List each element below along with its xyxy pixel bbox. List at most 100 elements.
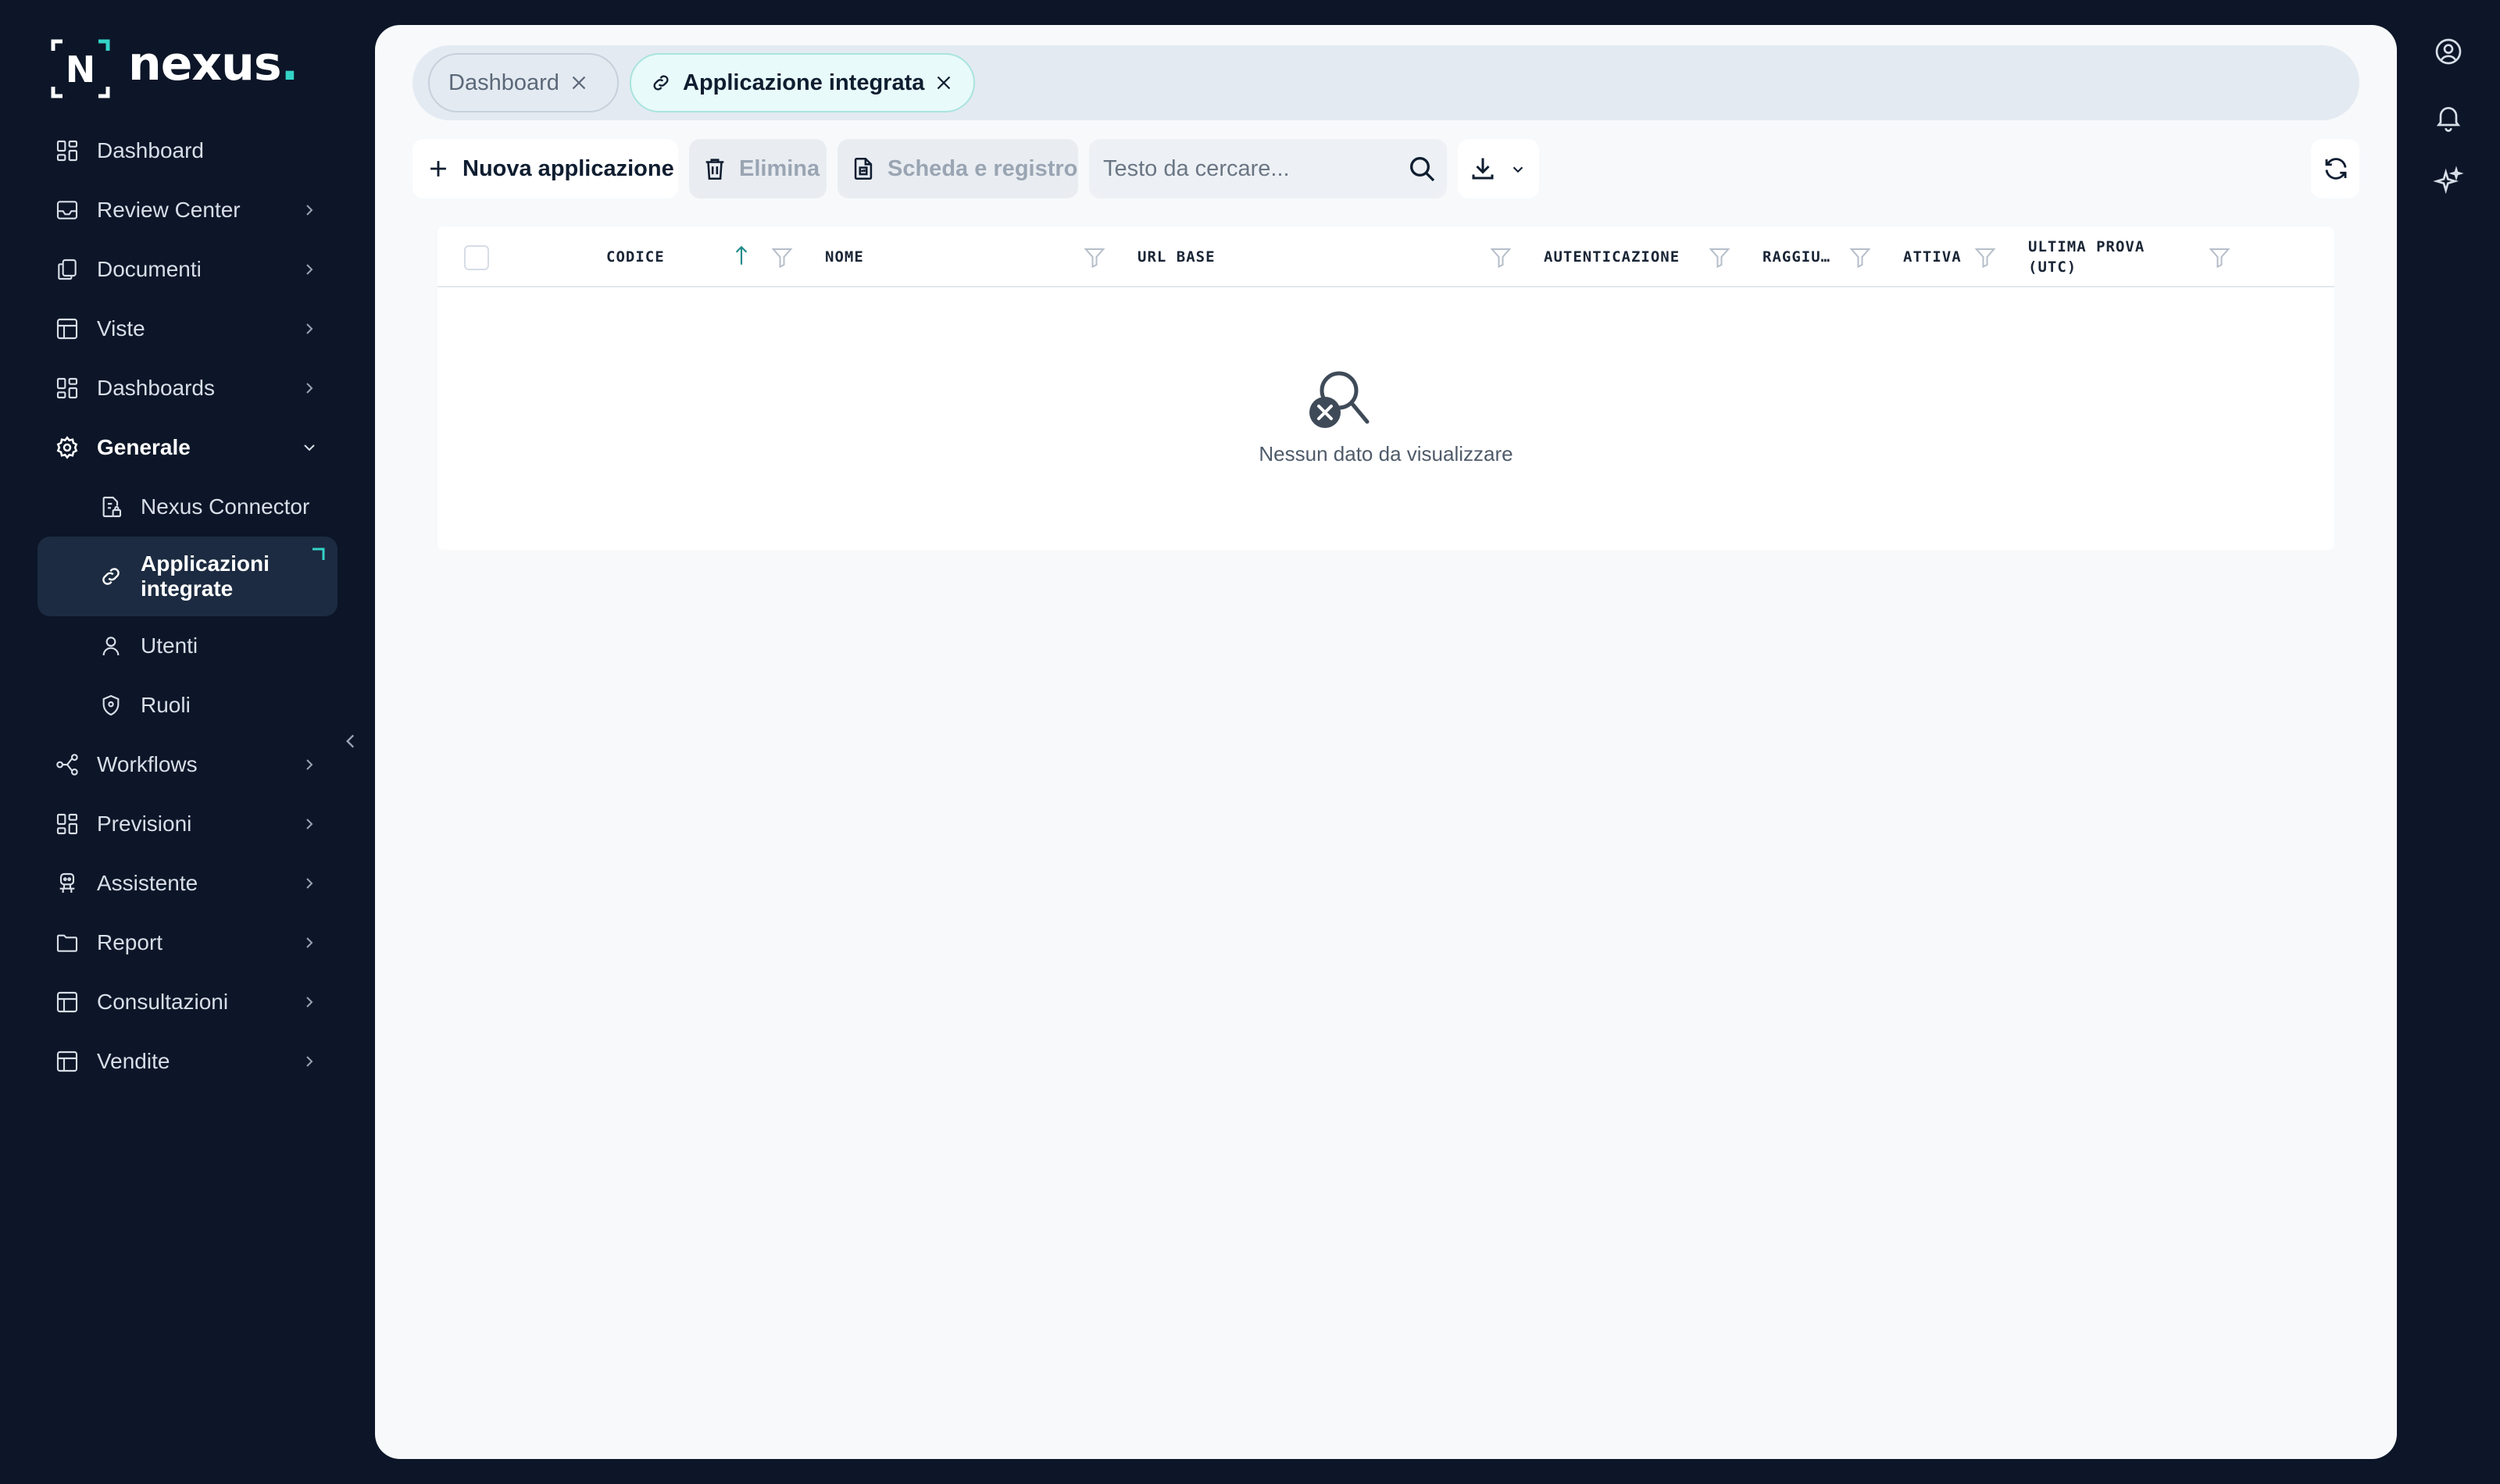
sidebar-item-review-center[interactable]: Review Center — [38, 180, 338, 240]
gear-icon — [55, 435, 80, 460]
tab-bar: Dashboard Applicazione integrata — [412, 45, 2359, 120]
account-icon[interactable] — [2433, 36, 2464, 67]
connector-icon — [98, 494, 123, 519]
no-results-search-icon — [1309, 371, 1370, 428]
brand-name: nexus. — [128, 37, 298, 91]
select-all-checkbox[interactable] — [464, 245, 489, 270]
chevron-right-icon — [306, 819, 313, 829]
chevron-right-icon — [306, 997, 313, 1008]
chevron-down-icon — [1512, 166, 1523, 173]
close-tab-icon[interactable] — [932, 71, 955, 95]
bell-icon[interactable] — [2433, 102, 2464, 133]
plus-icon — [430, 161, 446, 177]
tab-dashboard[interactable]: Dashboard — [428, 53, 619, 112]
table-icon — [55, 1049, 80, 1074]
column-header-url-base[interactable]: URL BASE — [1138, 227, 1216, 287]
filter-icon[interactable] — [770, 245, 794, 269]
column-header-attiva[interactable]: ATTIVA — [1903, 227, 1962, 287]
column-header-nome[interactable]: NOME — [825, 227, 864, 287]
sidebar-item-label: Generale — [97, 435, 191, 459]
sidebar-item-consultazioni[interactable]: Consultazioni — [38, 972, 338, 1032]
applications-table: CODICE NOME URL BASE AUTENTICAZIONE RAGG… — [438, 227, 2334, 550]
sidebar-item-viste[interactable]: Viste — [38, 299, 338, 359]
column-header-raggiungibile[interactable]: RAGGIU… — [1762, 227, 1830, 287]
column-header-autenticazione[interactable]: AUTENTICAZIONE — [1544, 227, 1680, 287]
grid-icon — [55, 376, 80, 401]
collapse-sidebar-icon[interactable] — [341, 731, 361, 751]
nexus-logo-mark-icon: N — [51, 39, 110, 98]
sidebar-item-documenti[interactable]: Documenti — [38, 240, 338, 299]
tab-applicazione-integrata[interactable]: Applicazione integrata — [630, 53, 975, 112]
sidebar-item-label: Dashboard — [97, 138, 204, 162]
sidebar-item-label: Vendite — [97, 1049, 170, 1073]
brand-logo[interactable]: N nexus. — [50, 37, 298, 100]
sparkle-ai-icon[interactable] — [2433, 166, 2464, 197]
sidebar-item-ruoli[interactable]: Ruoli — [38, 676, 338, 735]
grid-icon — [55, 138, 80, 163]
sidebar-item-generale[interactable]: Generale — [38, 418, 338, 477]
close-tab-icon[interactable] — [567, 71, 591, 95]
download-icon — [1472, 158, 1494, 180]
sheet-and-log-button[interactable]: Scheda e registro — [838, 139, 1078, 198]
chevron-right-icon — [306, 205, 313, 216]
sidebar-item-vendite[interactable]: Vendite — [38, 1032, 338, 1091]
chevron-right-icon — [306, 264, 313, 275]
sidebar-item-previsioni[interactable]: Previsioni — [38, 794, 338, 854]
user-icon — [98, 633, 123, 658]
new-application-button[interactable]: Nuova applicazione — [412, 139, 678, 198]
trash-icon — [705, 159, 724, 180]
document-chart-icon — [854, 157, 873, 180]
search-input[interactable] — [1103, 139, 1400, 198]
tab-label: Applicazione integrata — [683, 70, 925, 95]
sidebar-item-nexus-connector[interactable]: Nexus Connector — [38, 477, 338, 537]
inbox-icon — [55, 198, 80, 223]
filter-icon[interactable] — [2208, 245, 2231, 269]
sidebar-item-applicazioni-integrate[interactable]: Applicazioni integrate — [38, 537, 338, 616]
sidebar-item-utenti[interactable]: Utenti — [38, 616, 338, 676]
link-icon — [650, 72, 672, 94]
refresh-button[interactable] — [2311, 139, 2359, 198]
sidebar-item-dashboards[interactable]: Dashboards — [38, 359, 338, 418]
filter-icon[interactable] — [1489, 245, 1512, 269]
export-button[interactable] — [1458, 139, 1539, 198]
tab-label: Dashboard — [448, 70, 559, 95]
sidebar-item-label: Dashboards — [97, 376, 215, 400]
active-indicator-icon — [312, 548, 325, 560]
sidebar-item-assistente[interactable]: Assistente — [38, 854, 338, 913]
chevron-down-icon — [304, 444, 315, 451]
filter-icon[interactable] — [1973, 245, 1997, 269]
filter-icon[interactable] — [1708, 245, 1731, 269]
svg-text:N: N — [66, 48, 96, 91]
sidebar-item-label: Report — [97, 930, 163, 954]
sidebar-item-report[interactable]: Report — [38, 913, 338, 972]
chevron-right-icon — [306, 1056, 313, 1067]
filter-icon[interactable] — [1848, 245, 1872, 269]
sort-ascending-icon[interactable] — [730, 244, 753, 270]
right-rail — [2422, 0, 2500, 1484]
chevron-right-icon — [306, 937, 313, 948]
sidebar-item-label: Workflows — [97, 752, 198, 776]
sidebar-item-label: Applicazioni integrate — [141, 551, 270, 601]
main-panel: Dashboard Applicazione integrata Nuova a… — [375, 25, 2397, 1459]
search-icon[interactable] — [1406, 153, 1438, 184]
shield-icon — [98, 693, 123, 718]
workflow-icon — [55, 752, 80, 777]
chevron-right-icon — [306, 878, 313, 889]
table-header: CODICE NOME URL BASE AUTENTICAZIONE RAGG… — [438, 227, 2334, 287]
sidebar-item-label: Utenti — [141, 633, 198, 658]
sidebar-item-label: Viste — [97, 316, 145, 341]
column-header-ultima-prova[interactable]: ULTIMA PROVA (UTC) — [2028, 227, 2145, 287]
sidebar-item-label: Nexus Connector — [141, 494, 310, 519]
sidebar-item-label: Consultazioni — [97, 990, 229, 1014]
sidebar-item-dashboard[interactable]: Dashboard — [38, 121, 338, 180]
column-header-codice[interactable]: CODICE — [606, 227, 665, 287]
filter-icon[interactable] — [1083, 245, 1106, 269]
sidebar-item-label: Ruoli — [141, 693, 191, 717]
sidebar-item-label: Review Center — [97, 198, 241, 222]
sidebar-nav: Dashboard Review Center Documenti Viste — [38, 121, 338, 1091]
sidebar-item-workflows[interactable]: Workflows — [38, 735, 338, 794]
sidebar-item-label: Previsioni — [97, 812, 192, 836]
folder-icon — [55, 930, 80, 955]
delete-button[interactable]: Elimina — [689, 139, 827, 198]
chevron-right-icon — [306, 759, 313, 770]
